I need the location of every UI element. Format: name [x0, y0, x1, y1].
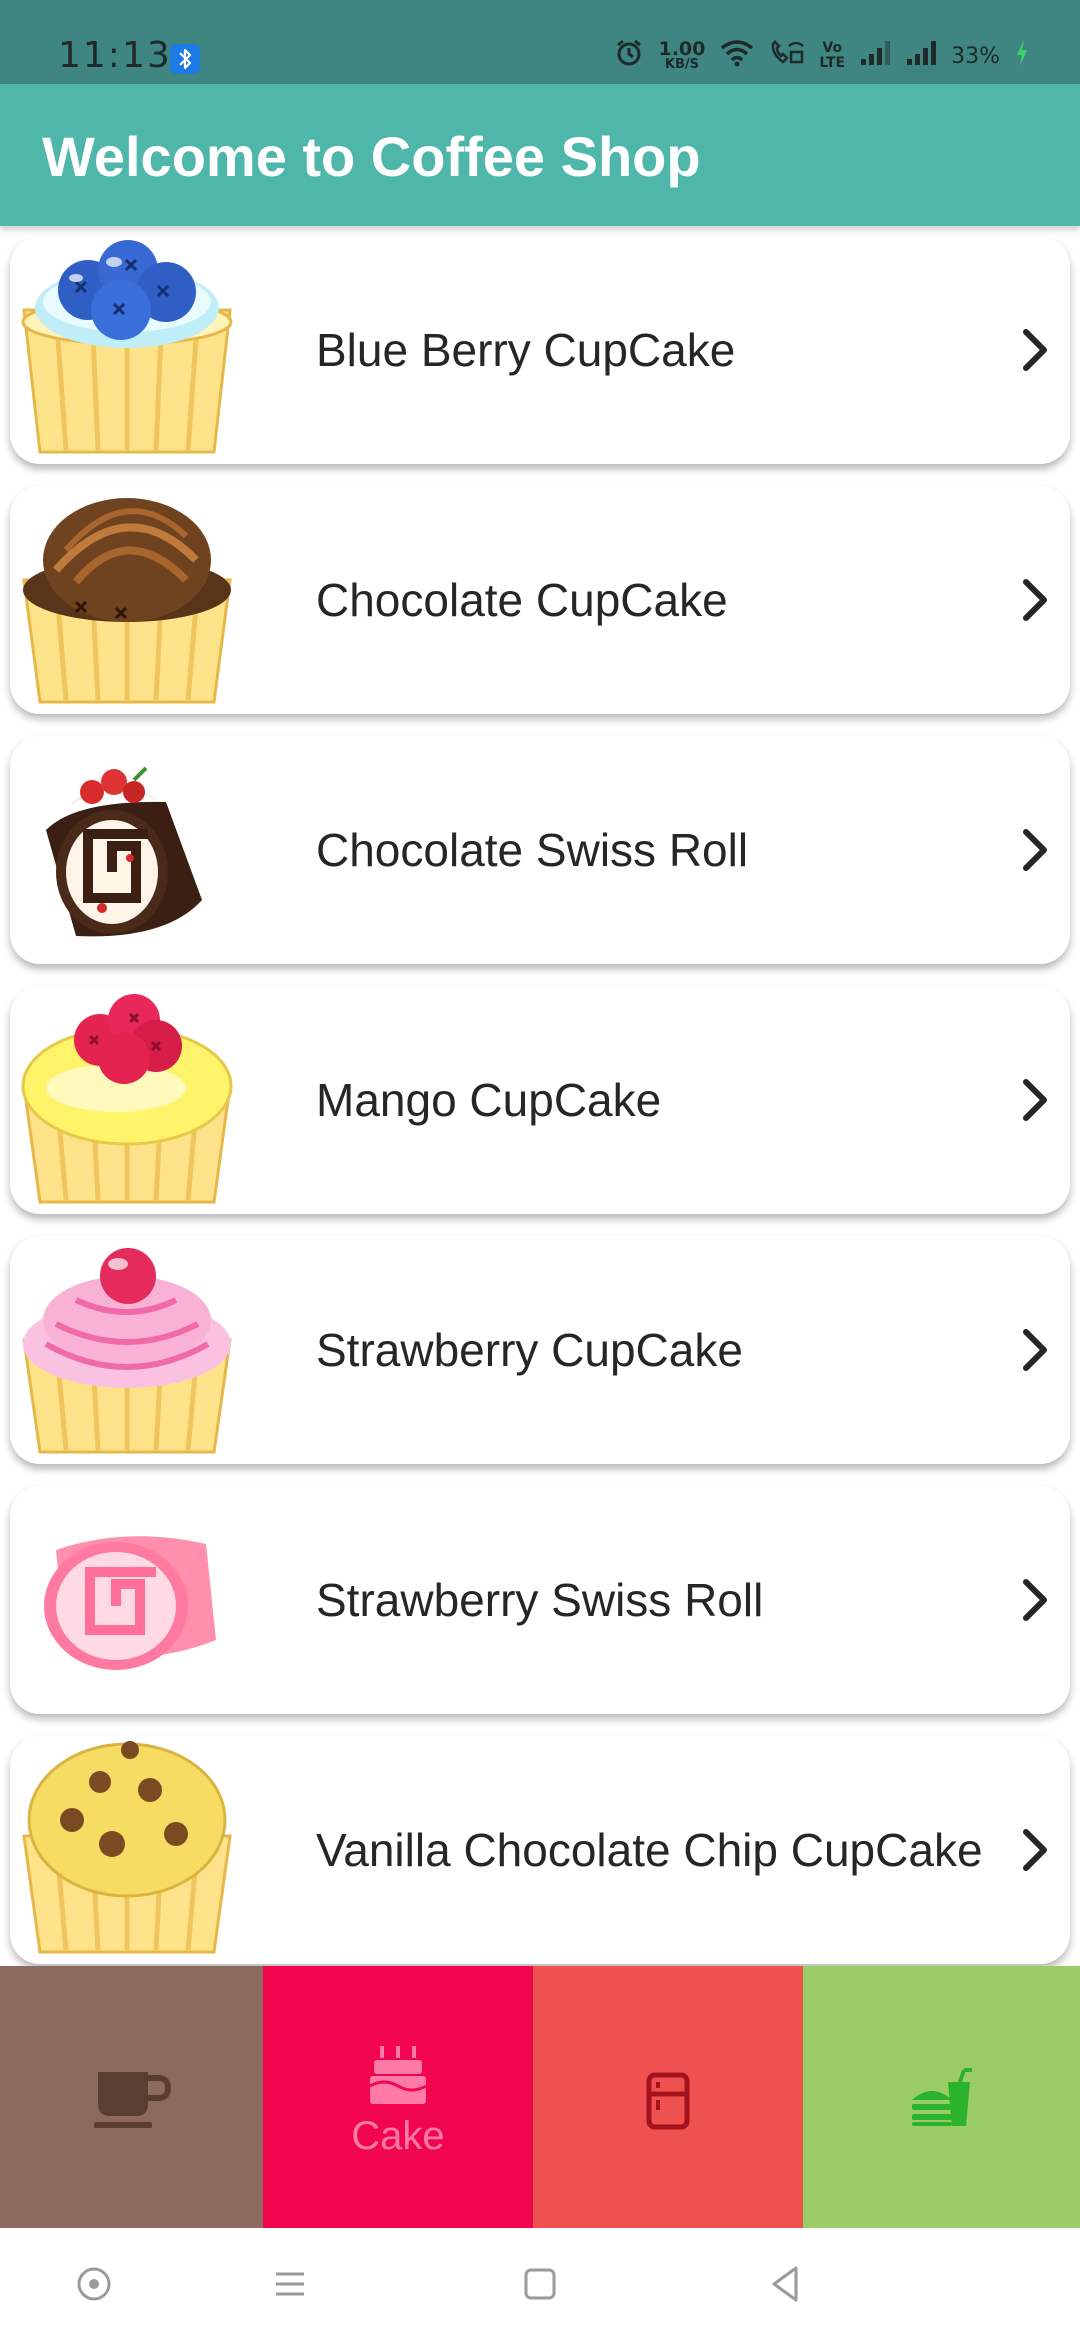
app-bar: Welcome to Coffee Shop [0, 84, 1080, 226]
list-item[interactable]: Vanilla Chocolate Chip CupCake [10, 1736, 1070, 1964]
item-title: Strawberry Swiss Roll [316, 1574, 764, 1626]
back-icon[interactable] [762, 2260, 810, 2308]
status-time: 11:13 [58, 35, 172, 76]
strawberry-swiss-roll-image [16, 1490, 238, 1710]
tab-coffee[interactable] [0, 1966, 263, 2228]
fridge-icon [646, 2072, 690, 2135]
chocolate-swiss-roll-image [16, 740, 238, 960]
chevron-right-icon [1010, 570, 1060, 630]
volte-line1: Vo [822, 40, 843, 56]
coffee-cup-icon [92, 2066, 172, 2135]
signal-icon [859, 39, 891, 73]
battery-percentage: 33% [951, 43, 1000, 69]
bluetooth-icon [170, 44, 200, 74]
tab-cake-label: Cake [351, 2114, 445, 2158]
recents-icon[interactable] [266, 2260, 314, 2308]
list-item[interactable]: Strawberry CupCake [10, 1236, 1070, 1464]
strawberry-cupcake-image [16, 1240, 238, 1460]
item-title: Mango CupCake [316, 1074, 662, 1126]
status-bar: 11:13 1.00 KB/S Vo LTE 33% [0, 0, 1080, 84]
signal-icon [905, 39, 937, 73]
home-icon[interactable] [516, 2260, 564, 2308]
network-speed-value: 1.00 [658, 38, 706, 60]
birthday-cake-icon [368, 2042, 428, 2111]
wifi-calling-icon [769, 38, 805, 74]
item-title: Blue Berry CupCake [316, 324, 736, 376]
chevron-right-icon [1010, 1570, 1060, 1630]
wifi-icon [719, 38, 755, 74]
chevron-right-icon [1010, 1320, 1060, 1380]
product-list[interactable]: Blue Berry CupCake Chocolate CupCake Cho… [0, 226, 1080, 1966]
volte-line2: LTE [819, 55, 846, 71]
mango-cupcake-image [16, 990, 238, 1210]
assistant-icon[interactable] [70, 2260, 118, 2308]
tab-cake[interactable]: Cake [263, 1966, 533, 2228]
bottom-navigation: Cake [0, 1966, 1080, 2228]
alarm-icon [614, 38, 644, 74]
list-item[interactable]: Blue Berry CupCake [10, 236, 1070, 464]
status-icons: 1.00 KB/S Vo LTE 33% [614, 36, 1030, 76]
chevron-right-icon [1010, 820, 1060, 880]
list-item[interactable]: Chocolate CupCake [10, 486, 1070, 714]
blueberry-cupcake-image [16, 240, 238, 460]
charging-icon [1014, 38, 1030, 74]
system-navigation-bar [0, 2228, 1080, 2340]
chevron-right-icon [1010, 1070, 1060, 1130]
network-speed: 1.00 KB/S [658, 40, 705, 72]
item-title: Chocolate Swiss Roll [316, 824, 749, 876]
item-title: Strawberry CupCake [316, 1324, 743, 1376]
item-title: Vanilla Chocolate Chip CupCake [316, 1824, 983, 1876]
tab-fridge[interactable] [533, 1966, 803, 2228]
chevron-right-icon [1010, 320, 1060, 380]
volte-icon: Vo LTE [819, 41, 845, 71]
chocolate-cupcake-image [16, 490, 238, 710]
tab-food[interactable] [803, 1966, 1080, 2228]
fastfood-icon [910, 2068, 974, 2135]
network-speed-unit: KB/S [664, 57, 699, 72]
app-title: Welcome to Coffee Shop [42, 125, 701, 188]
item-title: Chocolate CupCake [316, 574, 728, 626]
vanilla-chocolate-chip-cupcake-image [16, 1740, 238, 1960]
list-item[interactable]: Chocolate Swiss Roll [10, 736, 1070, 964]
list-item[interactable]: Strawberry Swiss Roll [10, 1486, 1070, 1714]
chevron-right-icon [1010, 1820, 1060, 1880]
list-item[interactable]: Mango CupCake [10, 986, 1070, 1214]
